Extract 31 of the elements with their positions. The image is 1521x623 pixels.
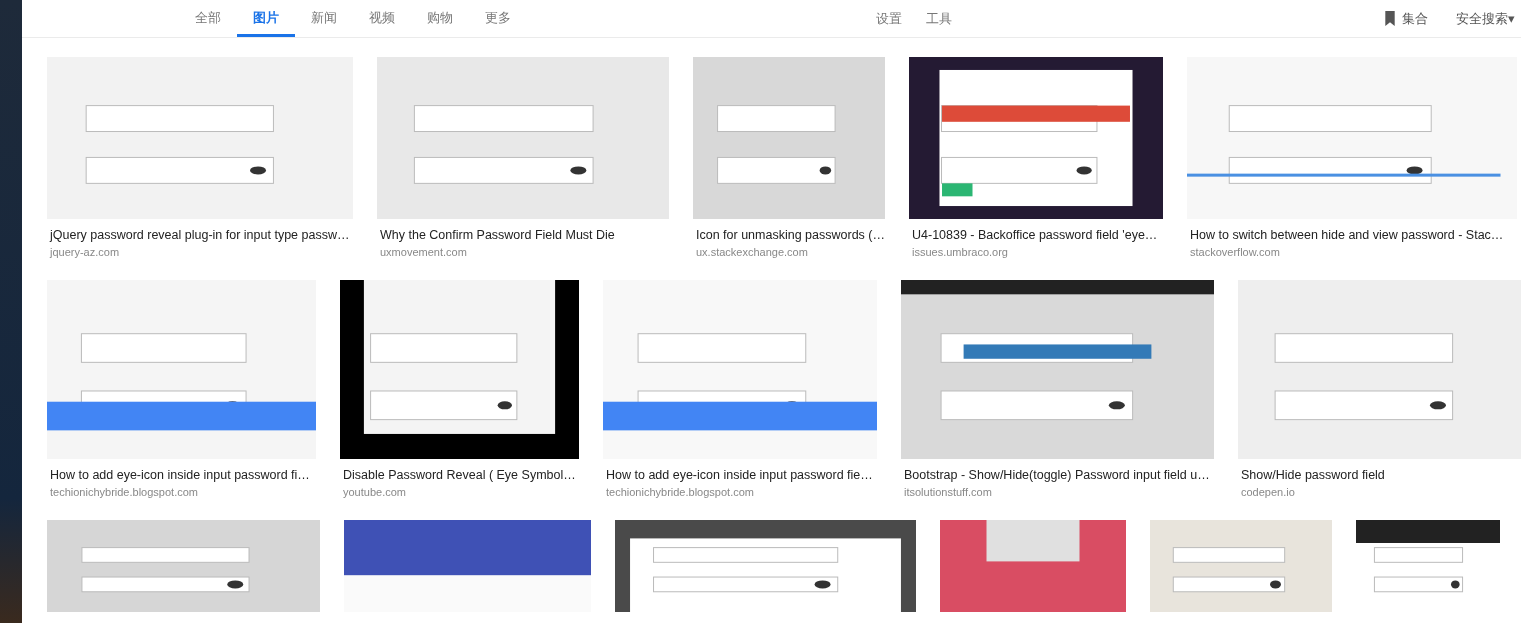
nav-tab[interactable]: 全部 [179,0,237,37]
result-title[interactable]: How to add eye-icon inside input password fie… [606,468,873,482]
nav-tab[interactable]: 更多 [469,0,527,37]
safe-search-menu[interactable]: 安全搜索▾ [1456,9,1515,28]
result-title[interactable]: Show/Hide password field [1241,468,1385,482]
bookmark-icon[interactable] [1384,11,1396,26]
toolbar-link[interactable]: 设置 [876,9,902,28]
nav-tab[interactable]: 视频 [353,0,411,37]
result-source: codepen.io [1241,486,1295,498]
result-title[interactable]: Disable Password Reveal ( Eye Symbol… [343,468,576,482]
result-source: jquery-az.com [50,246,120,258]
nav-tab[interactable]: 购物 [411,0,469,37]
result-title[interactable]: How to switch between hide and view password - Stac… [1190,228,1504,242]
result-title[interactable]: Bootstrap - Show/Hide(toggle) Password input field u… [904,468,1210,482]
nav-tab[interactable]: 新闻 [295,0,353,37]
result-title[interactable]: Why the Confirm Password Field Must Die [380,228,615,242]
result-title[interactable]: jQuery password reveal plug-in for input type passw… [50,228,350,242]
toolbar-link[interactable]: 工具 [926,9,952,28]
result-source: ux.stackexchange.com [696,246,808,258]
result-source: itsolutionstuff.com [904,486,992,498]
collection-link[interactable]: 集合 [1402,9,1428,28]
result-source: techionichybride.blogspot.com [606,486,754,498]
result-source: techionichybride.blogspot.com [50,486,198,498]
result-title[interactable]: Icon for unmasking passwords (… [696,228,885,242]
result-title[interactable]: U4-10839 - Backoffice password field 'eye… [912,228,1158,242]
nav-tab[interactable]: 图片 [237,0,295,37]
result-source: youtube.com [343,486,406,498]
result-source: uxmovement.com [380,246,467,258]
result-source: stackoverflow.com [1190,246,1280,258]
result-title[interactable]: How to add eye-icon inside input password fi… [50,468,310,482]
result-source: issues.umbraco.org [912,246,1008,258]
